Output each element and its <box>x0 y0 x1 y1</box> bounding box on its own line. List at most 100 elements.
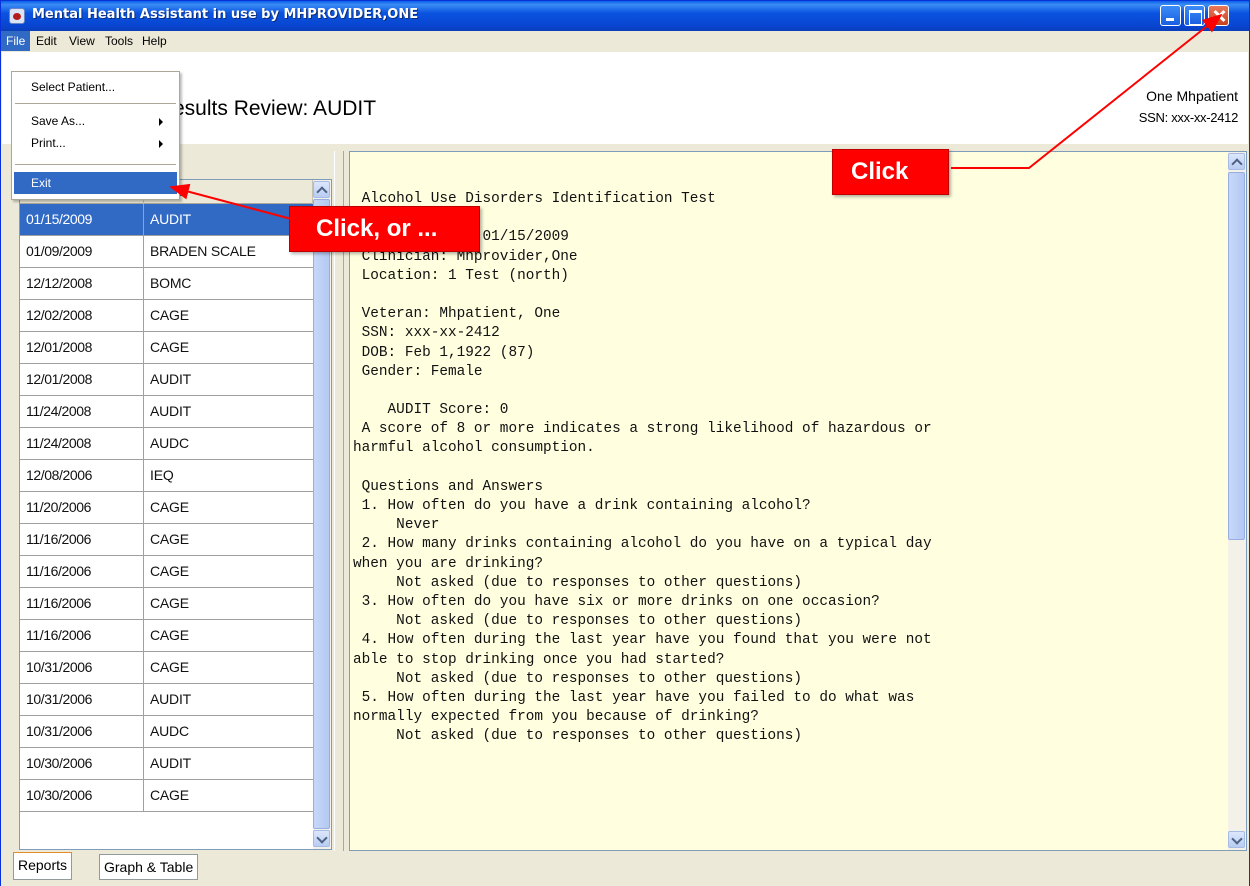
table-row[interactable]: 10/30/2006 AUDIT <box>20 748 313 780</box>
report-line: 4. How often during the last year have y… <box>353 632 932 649</box>
row-name: BRADEN SCALE <box>150 243 256 259</box>
table-row[interactable]: 11/16/2006 CAGE <box>20 588 313 620</box>
callout-click: Click <box>832 149 949 195</box>
row-name: CAGE <box>150 595 189 611</box>
menu-separator <box>15 164 176 165</box>
report-scrollbar[interactable] <box>1228 152 1246 850</box>
main-window: Mental Health Assistant in use by MHPROV… <box>0 0 1250 886</box>
row-date: 12/12/2008 <box>20 268 144 299</box>
report-line: normally expected from you because of dr… <box>353 709 759 726</box>
maximize-button[interactable] <box>1184 5 1205 26</box>
row-name: CAGE <box>150 307 189 323</box>
scroll-up-icon[interactable] <box>1228 153 1245 170</box>
row-name: CAGE <box>150 531 189 547</box>
row-date: 12/01/2008 <box>20 332 144 363</box>
row-name: AUDIT <box>150 371 192 387</box>
table-row[interactable]: 12/01/2008 CAGE <box>20 332 313 364</box>
row-date: 01/09/2009 <box>20 236 144 267</box>
report-text: Alcohol Use Disorders Identification Tes… <box>353 190 1219 746</box>
menu-separator <box>15 103 176 104</box>
callout-click-or: Click, or ... <box>289 206 480 252</box>
window-title: Mental Health Assistant in use by MHPROV… <box>32 7 419 22</box>
table-row[interactable]: 11/16/2006 CAGE <box>20 556 313 588</box>
report-line: Alcohol Use Disorders Identification Tes… <box>353 191 716 207</box>
title-bar[interactable]: Mental Health Assistant in use by MHPROV… <box>1 1 1249 31</box>
report-line: AUDIT Score: 0 <box>353 402 509 419</box>
menu-file[interactable]: File <box>1 31 31 51</box>
report-line: 2. How many drinks containing alcohol do… <box>353 536 932 553</box>
row-name: AUDC <box>150 435 189 451</box>
scroll-down-icon[interactable] <box>1228 831 1245 848</box>
row-date: 10/31/2006 <box>20 716 144 747</box>
menu-item-exit[interactable]: Exit <box>14 172 177 194</box>
row-name: CAGE <box>150 563 189 579</box>
table-row[interactable]: 12/08/2006 IEQ <box>20 460 313 492</box>
row-name: BOMC <box>150 275 192 291</box>
row-date: 12/01/2008 <box>20 364 144 395</box>
menu-item-label: Select Patient... <box>31 80 116 94</box>
scroll-down-icon[interactable] <box>313 830 330 847</box>
report-line: when you are drinking? <box>353 555 543 572</box>
close-button[interactable] <box>1208 5 1229 26</box>
menu-item-label: Exit <box>31 176 52 190</box>
table-row[interactable]: 11/24/2008 AUDC <box>20 428 313 460</box>
scroll-up-icon[interactable] <box>313 181 330 198</box>
table-row[interactable]: 10/30/2006 CAGE <box>20 780 313 812</box>
row-date: 12/08/2006 <box>20 460 144 491</box>
patient-name: One Mhpatient <box>1146 88 1238 104</box>
table-row[interactable]: 12/02/2008 CAGE <box>20 300 313 332</box>
table-row[interactable]: 12/12/2008 BOMC <box>20 268 313 300</box>
table-row[interactable]: 11/16/2006 CAGE <box>20 524 313 556</box>
table-row[interactable]: 01/15/2009 AUDIT <box>20 204 313 236</box>
report-line: harmful alcohol consumption. <box>353 440 595 457</box>
row-date: 11/16/2006 <box>20 588 144 619</box>
row-name: AUDIT <box>150 755 192 771</box>
app-icon[interactable] <box>9 8 25 24</box>
table-row[interactable]: 01/09/2009 BRADEN SCALE <box>20 236 313 268</box>
row-date: 11/24/2008 <box>20 428 144 459</box>
list-scrollbar[interactable] <box>313 180 331 849</box>
row-date: 01/15/2009 <box>20 204 144 235</box>
table-row[interactable]: 10/31/2006 AUDIT <box>20 684 313 716</box>
menu-help[interactable]: Help <box>137 31 172 51</box>
menu-edit[interactable]: Edit <box>31 31 62 51</box>
table-row[interactable]: 11/20/2006 CAGE <box>20 492 313 524</box>
page-title: esults Review: AUDIT <box>173 97 377 120</box>
row-name: CAGE <box>150 339 189 355</box>
table-row[interactable]: 11/16/2006 CAGE <box>20 620 313 652</box>
row-date: 11/24/2008 <box>20 396 144 427</box>
row-date: 10/30/2006 <box>20 780 144 811</box>
menu-item-print[interactable]: Print... <box>14 132 177 154</box>
report-line: Administered: 01/15/2009 <box>362 229 569 246</box>
report-line: SSN: xxx-xx-2412 <box>353 325 500 342</box>
panel-splitter[interactable] <box>334 151 344 851</box>
menu-item-save-as[interactable]: Save As... <box>14 110 177 132</box>
minimize-button[interactable] <box>1160 5 1181 26</box>
report-panel[interactable]: Alcohol Use Disorders Identification Tes… <box>349 151 1247 851</box>
menu-tools[interactable]: Tools <box>100 31 138 51</box>
row-name: CAGE <box>150 627 189 643</box>
row-name: CAGE <box>150 787 189 803</box>
report-line: DOB: Feb 1,1922 (87) <box>353 344 535 361</box>
row-name: CAGE <box>150 499 189 515</box>
table-row[interactable]: 11/24/2008 AUDIT <box>20 396 313 428</box>
menu-view[interactable]: View <box>64 31 100 51</box>
row-name: IEQ <box>150 467 174 483</box>
menu-item-label: Print... <box>31 136 66 150</box>
report-line: Veteran: Mhpatient, One <box>353 306 561 323</box>
results-list[interactable]: Date Name 01/15/2009AUDIT01/09/2009BRADE… <box>19 179 332 850</box>
report-line: Clinician: Mhprovider,One <box>353 248 578 265</box>
row-date: 11/16/2006 <box>20 524 144 555</box>
table-row[interactable]: 10/31/2006 CAGE <box>20 652 313 684</box>
table-row[interactable]: 12/01/2008 AUDIT <box>20 364 313 396</box>
row-name: AUDIT <box>150 211 192 227</box>
tab-graph-table[interactable]: Graph & Table <box>99 854 199 880</box>
menu-item-select-patient[interactable]: Select Patient... <box>14 76 177 98</box>
scroll-thumb[interactable] <box>313 199 330 829</box>
tab-reports[interactable]: Reports <box>13 852 73 880</box>
report-line: Never <box>353 517 440 534</box>
row-date: 11/20/2006 <box>20 492 144 523</box>
scroll-thumb[interactable] <box>1228 172 1245 540</box>
table-row[interactable]: 10/31/2006 AUDC <box>20 716 313 748</box>
report-line: Location: 1 Test (north) <box>353 267 569 284</box>
